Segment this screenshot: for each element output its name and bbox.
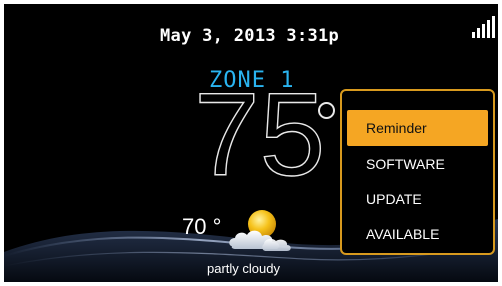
reminder-title[interactable]: Reminder (347, 110, 488, 146)
outdoor-temperature: 70 ° (182, 214, 222, 239)
date-time-display: May 3, 2013 3:31p (160, 26, 340, 46)
thermostat-screen: May 3, 2013 3:31p ZONE 1 75 70 ° partly … (4, 4, 498, 282)
degree-icon (318, 102, 335, 119)
indoor-temperature[interactable]: 75 (193, 75, 326, 194)
weather-condition: partly cloudy (207, 261, 280, 276)
reminder-line-2: UPDATE (366, 191, 422, 207)
reminder-line-3: AVAILABLE (366, 226, 440, 242)
reminder-line-1: SOFTWARE (366, 156, 445, 172)
reminder-popup[interactable]: Reminder SOFTWARE UPDATE AVAILABLE (340, 89, 495, 255)
signal-strength-icon (472, 16, 496, 38)
partly-cloudy-icon (229, 210, 291, 251)
